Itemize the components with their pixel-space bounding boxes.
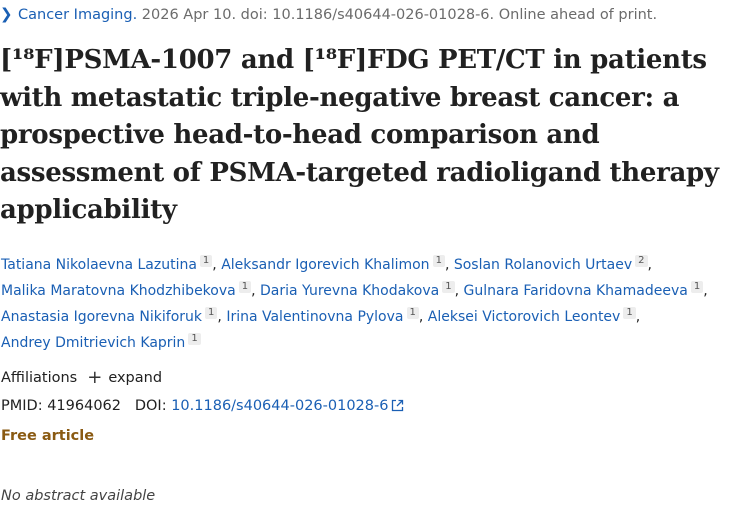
author-link[interactable]: Andrey Dmitrievich Kaprin (1, 335, 185, 351)
affiliations-row: Affiliations + expand (1, 368, 162, 388)
citation-line: ❯ Cancer Imaging. 2026 Apr 10. doi: 10.11… (0, 4, 750, 25)
doi-link[interactable]: 10.1186/s40644-026-01028-6 (171, 398, 388, 414)
affiliation-ref[interactable]: 1 (188, 333, 201, 345)
affiliation-ref[interactable]: 1 (623, 307, 636, 319)
author-link[interactable]: Irina Valentinovna Pylova (226, 309, 403, 325)
authors-list: Tatiana Nikolaevna Lazutina 1, Aleksandr … (1, 255, 708, 351)
author-link[interactable]: Anastasia Igorevna Nikiforuk (1, 309, 202, 325)
author-link[interactable]: Gulnara Faridovna Khamadeeva (464, 283, 688, 299)
pmid-label: PMID: (1, 398, 43, 414)
author-link[interactable]: Malika Maratovna Khodzhibekova (1, 283, 236, 299)
doi-label: DOI: (134, 398, 167, 414)
affiliation-ref[interactable]: 1 (205, 307, 218, 319)
expand-affiliations-button[interactable]: + expand (87, 368, 162, 388)
affiliations-label: Affiliations (1, 370, 78, 386)
external-link-icon[interactable] (391, 398, 404, 418)
author-link[interactable]: Aleksandr Igorevich Khalimon (221, 257, 429, 273)
pmid-value: 41964062 (47, 398, 122, 414)
affiliation-ref[interactable]: 1 (406, 307, 419, 319)
affiliation-ref[interactable]: 1 (238, 281, 252, 293)
affiliation-ref[interactable]: 1 (442, 281, 455, 293)
identifiers-row: PMID: 41964062 DOI: 10.1186/s40644-026-0… (1, 396, 404, 418)
author-link[interactable]: Tatiana Nikolaevna Lazutina (1, 257, 197, 273)
chevron-right-icon[interactable]: ❯ (0, 4, 18, 24)
citation-details: 2026 Apr 10. doi: 10.1186/s40644-026-010… (141, 7, 658, 23)
article-title: [¹⁸F]PSMA-1007 and [¹⁸F]FDG PET/CT in pa… (0, 45, 719, 225)
expand-label: expand (108, 370, 163, 386)
free-article-label: Free article (1, 428, 95, 444)
journal-link[interactable]: Cancer Imaging. (18, 7, 137, 23)
author-link[interactable]: Soslan Rolanovich Urtaev (454, 257, 632, 273)
affiliation-ref[interactable]: 1 (199, 255, 213, 267)
plus-icon: + (87, 367, 103, 388)
no-abstract-text: No abstract available (1, 488, 156, 504)
affiliation-ref[interactable]: 1 (432, 255, 445, 267)
affiliation-ref[interactable]: 1 (690, 281, 704, 293)
author-link[interactable]: Aleksei Victorovich Leontev (428, 309, 621, 325)
author-link[interactable]: Daria Yurevna Khodakova (260, 283, 439, 299)
affiliation-ref[interactable]: 2 (635, 255, 648, 267)
